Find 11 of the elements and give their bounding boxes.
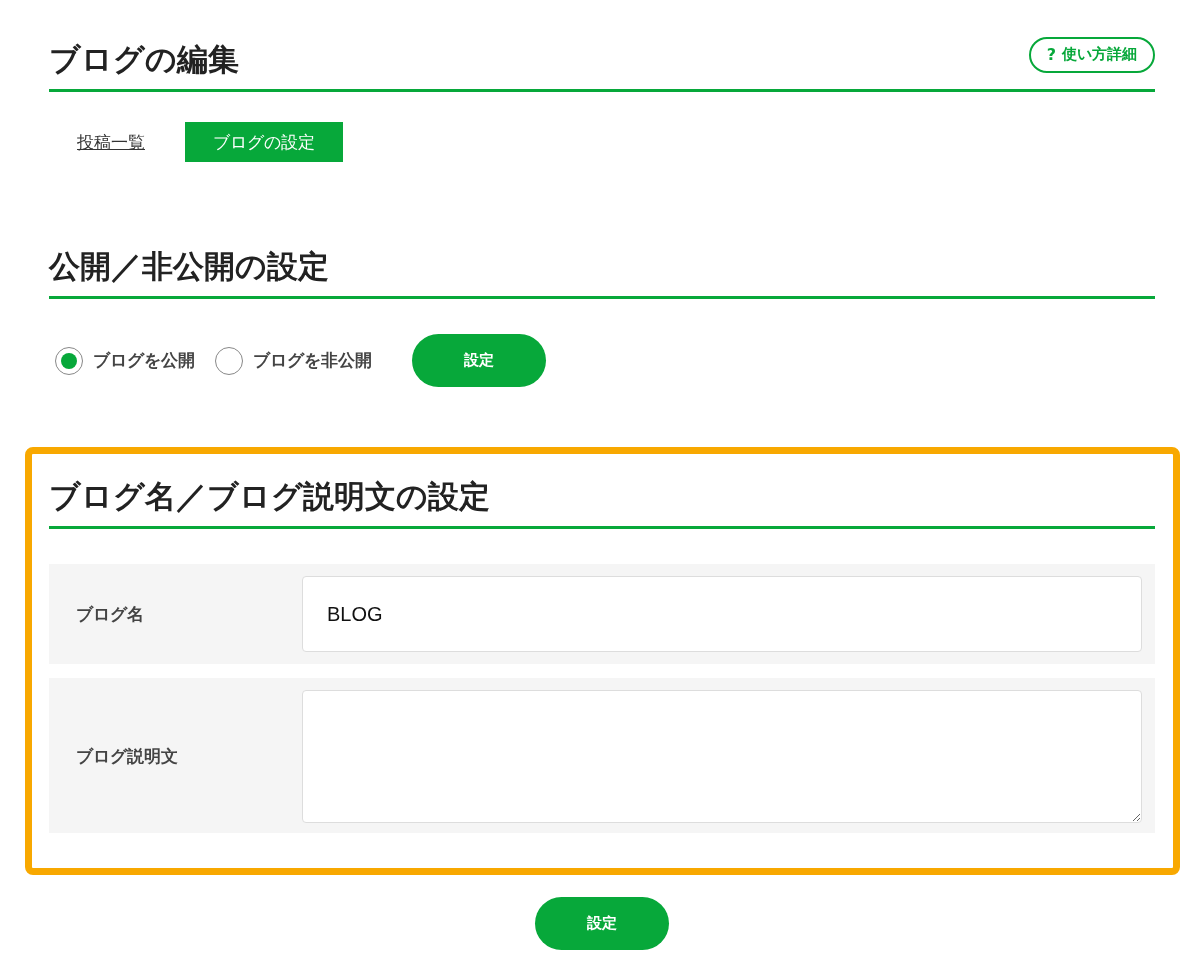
radio-icon[interactable] <box>55 346 83 375</box>
radio-option[interactable]: ブログを非公開 <box>215 346 372 375</box>
section-heading: 公開／非公開の設定 <box>49 247 329 286</box>
field-label: ブログ説明文 <box>76 745 179 768</box>
radio-option[interactable]: ブログを公開 <box>55 346 195 375</box>
page-title: ブログの編集 <box>49 39 239 79</box>
field-label: ブログ名 <box>76 602 145 626</box>
input-field[interactable]: BLOG <box>302 576 1142 652</box>
radio-icon[interactable] <box>215 346 243 375</box>
tab[interactable]: 投稿一覧 <box>49 122 173 162</box>
section-heading: ブログ名／ブログ説明文の設定 <box>49 477 490 516</box>
